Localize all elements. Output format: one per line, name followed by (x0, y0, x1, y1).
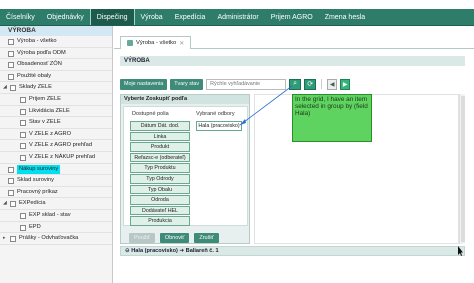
node-box-icon (8, 189, 14, 196)
sidebar-item-prijem-zele[interactable]: Prijem ZELE (0, 94, 112, 106)
available-field[interactable]: Linka (130, 131, 190, 142)
sidebar-item-likvidacia-zele[interactable]: Likvidácia ZELE (0, 106, 112, 118)
pane-title: VÝROBA (120, 56, 465, 66)
node-box-icon (8, 178, 14, 185)
nav-item-vyroba[interactable]: Výroba (135, 9, 169, 25)
search-icon[interactable]: ⌕ (289, 78, 302, 90)
app-window: Číselníky Objednávky Dispečing Výroba Ex… (0, 0, 474, 283)
sidebar-group-expedicia[interactable]: ◢ EXPedícia (0, 198, 112, 210)
nav-item-ciselniky[interactable]: Číselníky (0, 9, 41, 25)
annotation-note: In the grid, I have an item selected in … (292, 94, 372, 142)
collapse-triangle-icon[interactable]: ◢ (3, 198, 7, 209)
available-field[interactable]: Odroda (130, 195, 190, 205)
scrollbar-thumb[interactable] (461, 96, 465, 242)
sidebar-item-sklad-suroviny[interactable]: Sklad suroviny (0, 175, 112, 187)
group-fields-area: Dostupné polia Vybrané odbory Dátum Dát.… (123, 106, 248, 226)
apply-button[interactable]: Použiť (129, 233, 155, 243)
node-box-icon (8, 166, 14, 173)
available-field[interactable]: Typ Odrody (130, 173, 190, 184)
close-icon[interactable]: ✕ (179, 40, 184, 47)
sidebar-item-stav-zele[interactable]: Stav v ZELE (0, 117, 112, 129)
collapse-triangle-icon[interactable]: ◢ (3, 82, 7, 93)
available-field[interactable]: Produkcia (130, 216, 190, 226)
nav-item-objednavky[interactable]: Objednávky (41, 9, 90, 25)
sidebar-item-zele-nakup-prehlad[interactable]: V ZELE z NÁKUP prehľad (0, 152, 112, 164)
tab-icon (127, 40, 133, 46)
sidebar-item-vyroba-vsetko[interactable]: Výroba - všetko (0, 36, 112, 48)
views-button[interactable]: Tvary stav (170, 78, 204, 90)
sidebar-item-obsadenost[interactable]: Obsadenosť ZÓN (0, 59, 112, 71)
sidebar-header: VÝROBA (0, 26, 112, 36)
sidebar-item-zele-agro[interactable]: V ZELE z AGRO (0, 129, 112, 141)
group-status-bar[interactable]: ⊖ Hala (pracovisko) ➜ Baliareň č. 1 (120, 246, 465, 256)
nav-item-administrator[interactable]: Administrátor (211, 9, 264, 25)
node-box-icon (20, 212, 26, 219)
available-field[interactable]: Dátum Dát. dod. (130, 121, 190, 131)
available-field[interactable]: Typ Obalu (130, 184, 190, 195)
sidebar-item-zele-agro-prehlad[interactable]: V ZELE z AGRO prehľad (0, 140, 112, 152)
folder-box-icon (10, 85, 16, 92)
tab-vyroba-vsetko[interactable]: Výroba - všetko ✕ (120, 36, 192, 49)
vertical-scrollbar[interactable] (459, 94, 465, 244)
nav-item-dispecing[interactable]: Dispečing (89, 9, 135, 25)
available-field[interactable]: Dodávateľ HEL (130, 205, 190, 216)
available-field[interactable]: Typ Produktu (130, 163, 190, 173)
mouse-cursor-icon (458, 246, 463, 256)
nav-item-expedicia[interactable]: Expedícia (169, 9, 212, 25)
sidebar-group-sklady-zele[interactable]: ◢ Sklady ZELE (0, 82, 112, 94)
available-fields-list: Dátum Dát. dod. Linka Produkt Refazsc-e … (130, 121, 190, 227)
content-area: Výroba - všetko ✕ VÝROBA Moje nastavenia… (114, 26, 474, 283)
nav-item-zmena-hesla[interactable]: Zmena hesla (319, 9, 371, 25)
refresh-icon[interactable]: ⟳ (304, 78, 317, 90)
sidebar-item-exp-sklad[interactable]: EXP sklad - stav (0, 210, 112, 222)
node-box-icon (20, 96, 26, 103)
node-box-icon (20, 143, 26, 150)
node-box-icon (8, 73, 14, 80)
selected-fields-header: Vybrané odbory (196, 111, 235, 117)
top-navigation: Číselníky Objednávky Dispečing Výroba Ex… (0, 9, 474, 26)
folder-box-icon (10, 236, 16, 243)
sidebar-item-nakup-suroviny[interactable]: Nákup suroviny (0, 164, 112, 176)
node-box-icon (20, 224, 26, 231)
tab-bar: Výroba - všetko ✕ (114, 34, 474, 49)
available-fields-header: Dostupné polia (132, 111, 169, 117)
toolbar: Moje nastavenia Tvary stav ⌕ ⟳ ◀ ▶ (120, 78, 465, 90)
available-field[interactable]: Produkt (130, 142, 190, 152)
refresh-button[interactable]: Obnoviť (159, 233, 190, 243)
group-panel-title: Vyberte Zoskupiť podľa (121, 95, 249, 104)
node-box-icon (20, 120, 26, 127)
sidebar-item-pracovny-prikaz[interactable]: Pracovný príkaz (0, 187, 112, 199)
my-settings-button[interactable]: Moje nastavenia (120, 78, 168, 90)
sidebar-item-epd[interactable]: EPD (0, 222, 112, 234)
node-box-icon (8, 50, 14, 57)
cancel-button[interactable]: Zrušiť (194, 233, 219, 243)
expand-triangle-icon[interactable]: ▸ (3, 233, 6, 244)
sidebar-item-pouzite-obaly[interactable]: Použité obaly (0, 71, 112, 83)
toolbar-separator (321, 79, 323, 89)
node-box-icon (20, 154, 26, 161)
sidebar-group-prasky[interactable]: ▸ Prášky - Odvhaťovačka (0, 233, 112, 245)
node-box-icon (20, 131, 26, 138)
folder-box-icon (10, 201, 16, 208)
sidebar: VÝROBA Výroba - všetko Výroba podľa ODM … (0, 26, 113, 283)
search-input[interactable] (206, 78, 287, 90)
group-panel-buttons: Použiť Obnoviť Zrušiť (129, 233, 219, 243)
nav-item-prijem-agro[interactable]: Prijem AGRO (265, 9, 319, 25)
prev-icon[interactable]: ◀ (327, 78, 338, 90)
group-by-panel: Vyberte Zoskupiť podľa Dostupné polia Vy… (120, 94, 250, 244)
next-icon[interactable]: ▶ (340, 78, 351, 90)
sidebar-item-vyroba-odm[interactable]: Výroba podľa ODM (0, 48, 112, 60)
node-box-icon (8, 62, 14, 69)
node-box-icon (20, 108, 26, 115)
available-field[interactable]: Refazsc-e (odberateľ) (130, 152, 190, 163)
node-box-icon (8, 39, 14, 45)
selected-field-hala[interactable]: Hala (pracovisko) (196, 121, 242, 131)
